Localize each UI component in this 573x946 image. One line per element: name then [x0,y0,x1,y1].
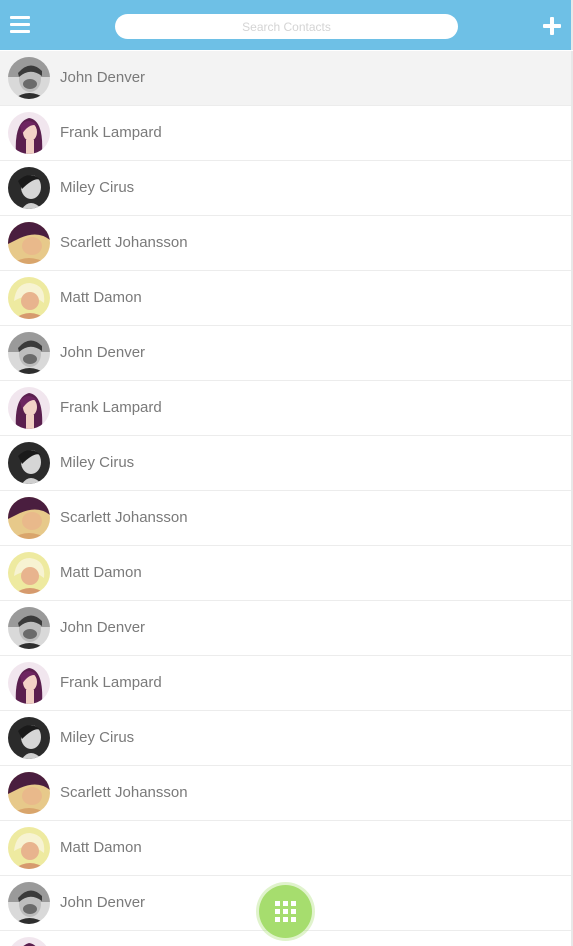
contact-name: Frank Lampard [60,124,162,141]
contact-name: Scarlett Johansson [60,234,188,251]
man-warm-avatar [8,497,50,539]
contact-name: Frank Lampard [60,399,162,416]
contact-row[interactable]: Miley Cirus [0,711,571,766]
woman-dark-avatar [8,167,50,209]
contact-row[interactable]: Frank Lampard [0,656,571,711]
child-yellow-avatar [8,552,50,594]
man-grayscale-avatar [8,57,50,99]
contact-name: John Denver [60,619,146,636]
contact-row[interactable]: John Denver [0,326,571,381]
contact-row[interactable]: John Denver [0,51,571,106]
woman-dark-avatar [8,442,50,484]
woman-purple-hair-avatar [8,112,50,154]
contact-row[interactable]: Frank Lampard [0,381,571,436]
add-contact-plus-icon[interactable] [543,17,561,35]
contact-name: Frank Lampard [60,931,162,946]
contact-name: Miley Cirus [60,729,135,746]
man-grayscale-avatar [8,332,50,374]
woman-purple-hair-avatar [8,387,50,429]
contact-list: John Denver Frank Lampard Miley Cirus Scarl… [0,51,573,946]
contact-row[interactable]: Frank Lampard [0,106,571,161]
contact-row[interactable]: Miley Cirus [0,161,571,216]
contact-name: Matt Damon [60,289,142,306]
contact-row[interactable]: Scarlett Johansson [0,766,571,821]
man-grayscale-avatar [8,607,50,649]
contact-name: Frank Lampard [60,674,162,691]
contact-name: Matt Damon [60,564,142,581]
contact-row[interactable]: Matt Damon [0,546,571,601]
contact-name: Miley Cirus [60,179,135,196]
contact-row[interactable]: Scarlett Johansson [0,491,571,546]
top-bar [0,0,573,50]
hamburger-menu-icon[interactable] [10,16,30,34]
contact-row[interactable]: Scarlett Johansson [0,216,571,271]
man-warm-avatar [8,772,50,814]
contact-name: Miley Cirus [60,454,135,471]
contact-name: John Denver [60,894,146,911]
grid-apps-icon [275,901,296,922]
contact-name: Matt Damon [60,839,142,856]
child-yellow-avatar [8,827,50,869]
contact-row[interactable]: Matt Damon [0,271,571,326]
woman-purple-hair-avatar [8,662,50,704]
contacts-app: John Denver Frank Lampard Miley Cirus Scarl… [0,0,573,946]
man-grayscale-avatar [8,882,50,924]
apps-fab-button[interactable] [259,885,312,938]
contact-name: Scarlett Johansson [60,784,188,801]
woman-purple-hair-avatar [8,937,50,946]
contact-row[interactable]: Matt Damon [0,821,571,876]
child-yellow-avatar [8,277,50,319]
contact-row[interactable]: Miley Cirus [0,436,571,491]
search-contacts-input[interactable] [115,14,458,39]
contact-name: John Denver [60,69,146,86]
contact-name: Scarlett Johansson [60,509,188,526]
contact-row[interactable]: John Denver [0,601,571,656]
woman-dark-avatar [8,717,50,759]
contact-name: John Denver [60,344,146,361]
man-warm-avatar [8,222,50,264]
